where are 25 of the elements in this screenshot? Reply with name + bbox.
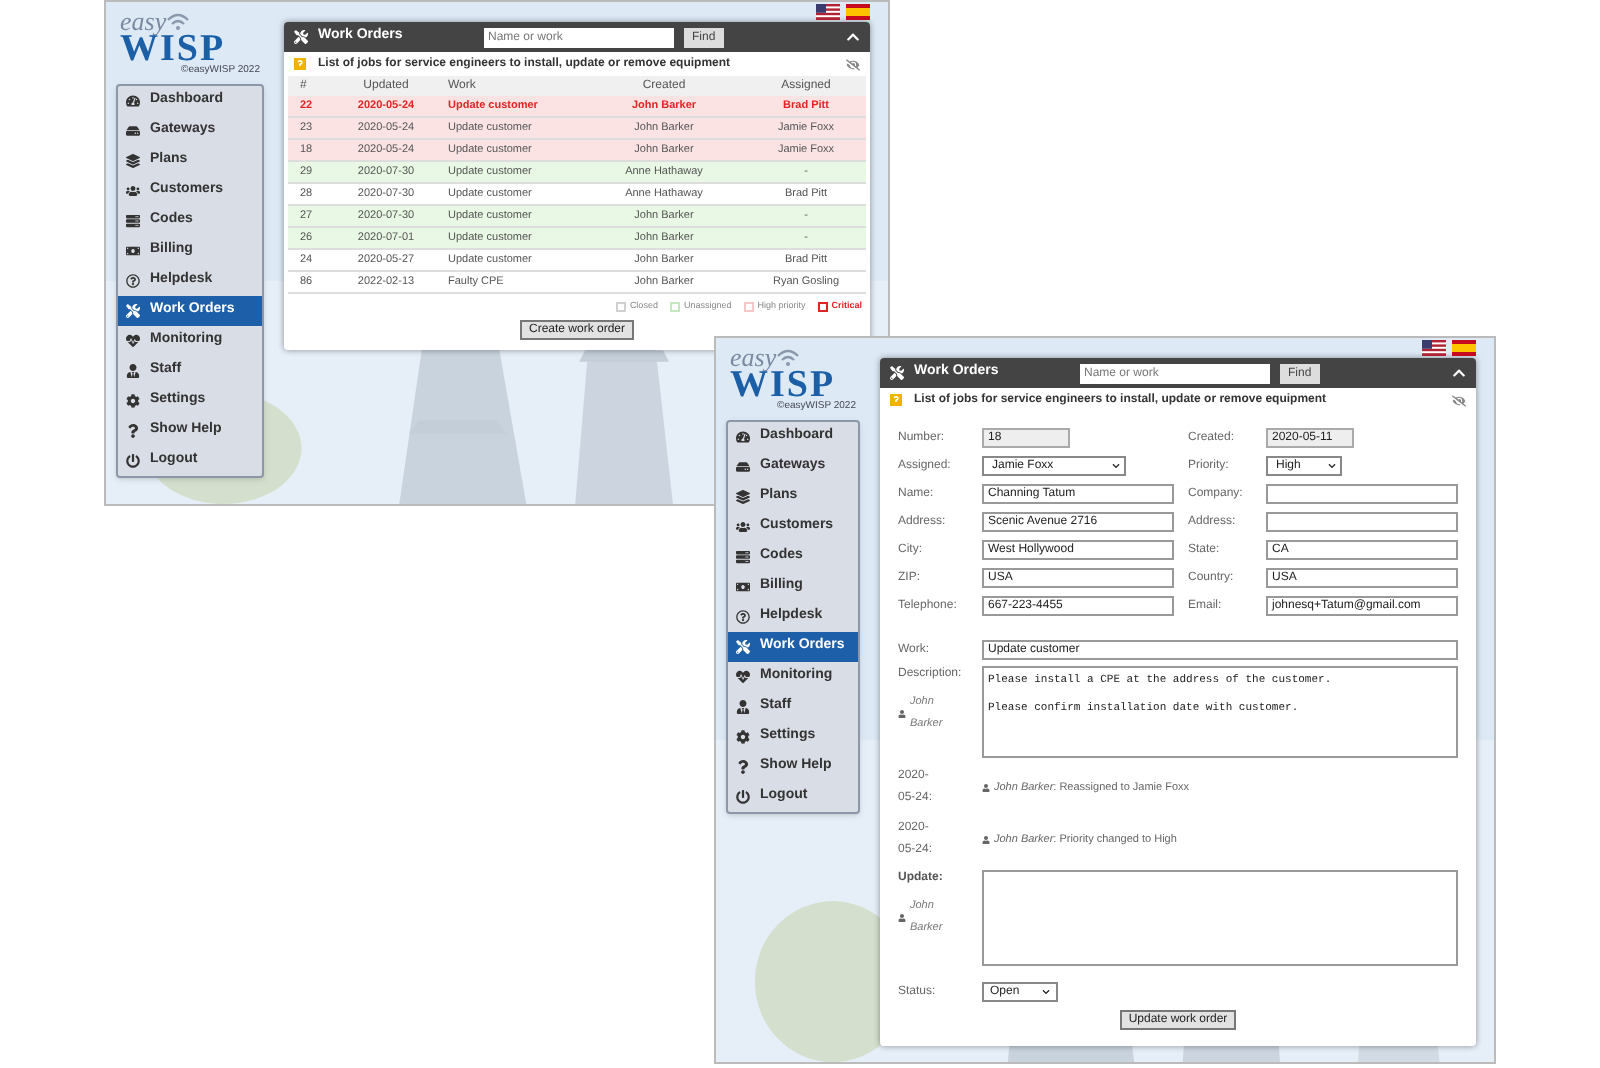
question-mark-icon [736,760,750,774]
help-icon[interactable] [890,394,902,406]
input-field[interactable] [1266,484,1458,504]
input-field[interactable] [1266,512,1458,532]
collapse-icon[interactable] [1452,366,1466,380]
chevron-icon [1112,462,1120,470]
users-icon [736,520,750,534]
chevron-icon [1328,462,1336,470]
banknote-icon [736,580,750,594]
heartbeat-icon [736,670,750,684]
us-flag-icon[interactable] [1422,340,1446,356]
tools-icon [890,366,904,380]
server-icon [736,550,750,564]
user-icon [898,710,906,718]
user-icon [982,784,990,792]
user-icon [982,836,990,844]
power-icon [736,790,750,804]
settings-icon [736,730,750,744]
chevron-icon [1042,988,1050,996]
user-icon [898,914,906,922]
update-field[interactable] [982,870,1458,966]
user-icon [736,700,750,714]
spain-flag-icon[interactable] [1452,340,1476,356]
tools-icon [736,640,750,654]
hide-icon[interactable] [1452,393,1466,407]
